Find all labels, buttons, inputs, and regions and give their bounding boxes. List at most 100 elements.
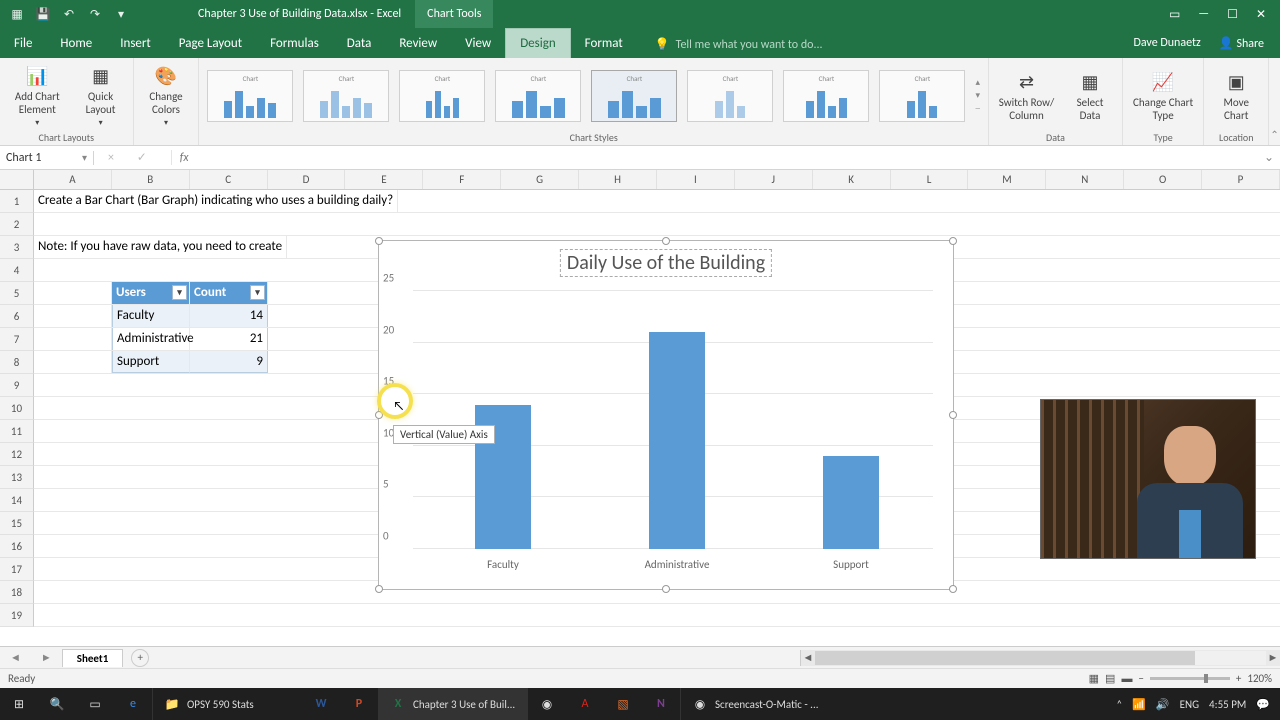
zoom-slider[interactable] xyxy=(1150,677,1230,680)
group-location: Location xyxy=(1219,129,1253,145)
redo-icon[interactable]: ↷ xyxy=(84,7,106,22)
start-button[interactable]: ⊞ xyxy=(0,688,38,720)
table-cell[interactable]: 21 xyxy=(190,328,268,350)
excel-icon: ▦ xyxy=(6,7,28,22)
cell-a1[interactable]: Create a Bar Chart (Bar Graph) indicatin… xyxy=(34,190,398,212)
select-all-corner[interactable] xyxy=(0,170,34,189)
zoom-out-button[interactable]: − xyxy=(1138,672,1143,685)
title-bar: ▦ 💾 ↶ ↷ ▾ Chapter 3 Use of Building Data… xyxy=(0,0,1280,28)
view-pagebreak-icon[interactable]: ▬ xyxy=(1121,672,1132,685)
name-box[interactable]: Chart 1▾ xyxy=(0,151,94,165)
group-type: Type xyxy=(1154,129,1173,145)
table-cell[interactable]: Support xyxy=(112,351,190,373)
windows-taskbar: ⊞ 🔍 ▭ e 📁OPSY 590 Stats W P XChapter 3 U… xyxy=(0,688,1280,720)
table-cell[interactable]: Administrative xyxy=(112,328,190,350)
minimize-icon[interactable]: — xyxy=(1198,7,1209,22)
excel-task[interactable]: XChapter 3 Use of Buil... xyxy=(378,688,528,720)
view-normal-icon[interactable]: ▦ xyxy=(1089,672,1099,685)
sheet-nav-prev[interactable]: ◄ xyxy=(0,651,31,664)
tab-design[interactable]: Design xyxy=(505,28,570,58)
column-headers[interactable]: ABCDEFGHIJKLMNOP xyxy=(0,170,1280,190)
chart-title[interactable]: Daily Use of the Building xyxy=(560,249,772,277)
row-headers[interactable]: 12345678910111213141516171819 xyxy=(0,190,34,627)
zoom-in-button[interactable]: + xyxy=(1236,672,1241,685)
table-header-users[interactable]: Users▾ xyxy=(112,282,190,304)
tab-file[interactable]: File xyxy=(0,29,46,58)
chart-tools-tab: Chart Tools xyxy=(415,0,493,28)
tray-volume-icon[interactable]: 🔊 xyxy=(1156,698,1170,711)
tab-format[interactable]: Format xyxy=(571,29,637,58)
qa-more-icon[interactable]: ▾ xyxy=(110,7,132,22)
chart-object[interactable]: Daily Use of the Building 0 5 10 15 20 2… xyxy=(378,240,954,590)
edge-icon[interactable]: e xyxy=(114,688,152,720)
chart-bar-support[interactable] xyxy=(823,456,879,549)
tray-network-icon[interactable]: 📶 xyxy=(1132,698,1146,711)
axis-tooltip: Vertical (Value) Axis xyxy=(393,425,495,444)
onenote-icon[interactable]: N xyxy=(642,688,680,720)
sheet-nav-next[interactable]: ► xyxy=(31,651,62,664)
task-view-button[interactable]: ▭ xyxy=(76,688,114,720)
filter-icon[interactable]: ▾ xyxy=(250,285,265,300)
ribbon-options-icon[interactable]: ▭ xyxy=(1169,7,1180,22)
formula-bar-row: Chart 1▾ × ✓ fx ⌄ xyxy=(0,146,1280,170)
menu-bar: File Home Insert Page Layout Formulas Da… xyxy=(0,28,1280,58)
powerpoint-icon[interactable]: P xyxy=(340,688,378,720)
tray-lang[interactable]: ENG xyxy=(1180,698,1199,711)
collapse-ribbon-icon[interactable]: ⌃ xyxy=(1269,58,1280,145)
screencast-task[interactable]: ◉Screencast-O-Matic - ... xyxy=(680,688,830,720)
tab-data[interactable]: Data xyxy=(333,29,386,58)
chart-xlabel: Faculty xyxy=(487,558,519,571)
user-name[interactable]: Dave Dunaetz xyxy=(1133,36,1200,51)
chart-styles-gallery[interactable]: Chart Chart Chart Chart Chart Chart Char… xyxy=(207,62,980,129)
view-layout-icon[interactable]: ▤ xyxy=(1105,672,1115,685)
undo-icon[interactable]: ↶ xyxy=(58,7,80,22)
tab-review[interactable]: Review xyxy=(385,29,451,58)
cursor-icon: ↖ xyxy=(393,399,404,414)
tray-notifications-icon[interactable]: 💬 xyxy=(1256,698,1270,711)
tab-insert[interactable]: Insert xyxy=(106,29,165,58)
zoom-percent[interactable]: 120% xyxy=(1247,672,1272,685)
app-icon[interactable]: ▧ xyxy=(604,688,642,720)
tray-up-icon[interactable]: ˄ xyxy=(1116,698,1122,711)
change-chart-type-button[interactable]: 📈Change Chart Type xyxy=(1131,69,1195,122)
word-icon[interactable]: W xyxy=(302,688,340,720)
table-header-count[interactable]: Count▾ xyxy=(190,282,268,304)
filter-icon[interactable]: ▾ xyxy=(172,285,187,300)
chart-plot-area[interactable]: 0 5 10 15 20 25 Faculty Administrative S… xyxy=(413,291,933,549)
tab-page-layout[interactable]: Page Layout xyxy=(165,29,256,58)
tab-home[interactable]: Home xyxy=(46,29,106,58)
add-sheet-button[interactable]: + xyxy=(131,649,149,667)
webcam-overlay xyxy=(1040,399,1256,559)
spreadsheet-grid[interactable]: 12345678910111213141516171819 Create a B… xyxy=(0,190,1280,635)
table-cell[interactable]: Faculty xyxy=(112,305,190,327)
cell-a3[interactable]: Note: If you have raw data, you need to … xyxy=(34,236,287,258)
cortana-button[interactable]: 🔍 xyxy=(38,688,76,720)
chart-xlabel: Support xyxy=(833,558,869,571)
sheet-tab-1[interactable]: Sheet1 xyxy=(62,649,124,667)
save-icon[interactable]: 💾 xyxy=(32,7,54,22)
bulb-icon: 💡 xyxy=(655,37,670,52)
horizontal-scrollbar[interactable]: ◄► xyxy=(800,650,1280,666)
share-button[interactable]: 👤 Share xyxy=(1219,36,1264,51)
close-icon[interactable]: ✕ xyxy=(1256,7,1266,22)
maximize-icon[interactable]: ☐ xyxy=(1227,7,1238,22)
chrome-icon[interactable]: ◉ xyxy=(528,688,566,720)
tell-me-search[interactable]: 💡Tell me what you want to do... xyxy=(655,37,823,58)
tray-clock[interactable]: 4:55 PM xyxy=(1209,698,1246,711)
quick-layout-button[interactable]: ▦Quick Layout▾ xyxy=(77,63,125,127)
document-title: Chapter 3 Use of Building Data.xlsx - Ex… xyxy=(198,7,401,21)
group-data: Data xyxy=(1046,129,1065,145)
tab-formulas[interactable]: Formulas xyxy=(256,29,333,58)
table-cell[interactable]: 14 xyxy=(190,305,268,327)
fx-label: fx xyxy=(172,151,197,165)
chart-bar-administrative[interactable] xyxy=(649,332,705,549)
tab-view[interactable]: View xyxy=(451,29,505,58)
select-data-button[interactable]: ▦Select Data xyxy=(1066,69,1114,122)
add-chart-element-button[interactable]: 📊Add Chart Element▾ xyxy=(8,63,67,127)
change-colors-button[interactable]: 🎨Change Colors▾ xyxy=(142,63,191,127)
explorer-task[interactable]: 📁OPSY 590 Stats xyxy=(152,688,302,720)
table-cell[interactable]: 9 xyxy=(190,351,268,373)
move-chart-button[interactable]: ▣Move Chart xyxy=(1212,69,1260,122)
switch-row-column-button[interactable]: ⇄Switch Row/ Column xyxy=(997,69,1056,122)
acrobat-icon[interactable]: A xyxy=(566,688,604,720)
